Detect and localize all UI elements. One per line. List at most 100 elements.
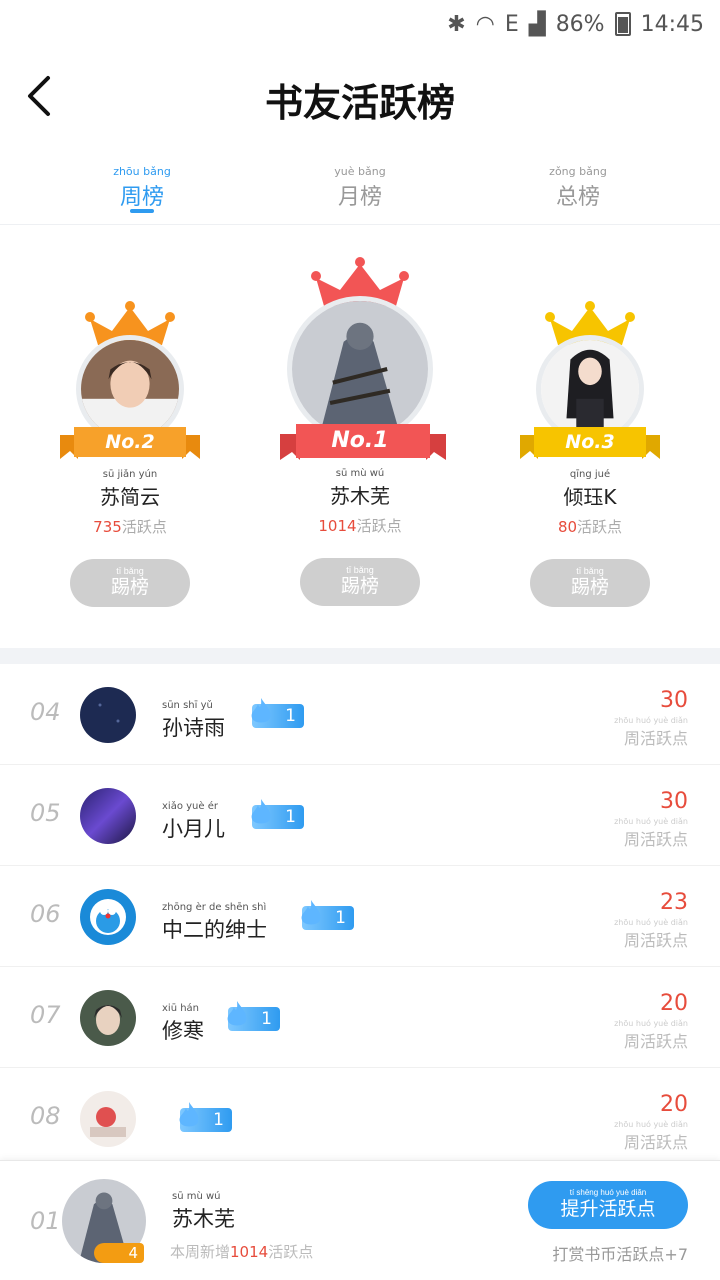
avatar[interactable] [80,889,136,945]
page-title: 书友活跃榜 [264,81,455,125]
list-item[interactable]: 05 xiǎo yuè ér 小月儿 1 30 zhōu huó yuè diǎ… [0,765,720,866]
avatar[interactable] [80,990,136,1046]
network-type: E [504,11,519,37]
avatar-image [541,340,639,438]
score-label: 活跃点 [356,517,402,535]
user-name: 修寒 [162,1019,204,1043]
user-name-block: sūn shī yǔ 孙诗雨 [162,700,225,742]
podium-third: No.3 qīng jué 倾珏K 80活跃点 tī bǎng 踢榜 [510,301,670,607]
boost-pinyin: tí shēng huó yuè diǎn [569,1188,647,1197]
user-name-block: xiǎo yuè ér 小月儿 [162,801,225,843]
rank-number: 08 [30,1102,61,1130]
tab-weekly-pinyin: zhōu bǎng [113,165,171,178]
podium-first: No.1 sū mù wú 苏木芜 1014活跃点 tī bǎng 踢榜 [280,256,446,606]
score-label: 活跃点 [577,518,623,536]
score-label: 活跃点 [121,518,167,536]
my-name: 苏木芜 [172,1207,235,1231]
battery-percent: 86% [555,11,605,37]
avatar[interactable] [80,788,136,844]
wifi-icon: ◠ [475,11,495,37]
flame-icon [227,1001,247,1026]
avatar-image [81,340,179,438]
rank-number: 04 [30,698,61,726]
my-name-block: sū mù wú 苏木芜 [172,1191,235,1233]
user-name: 孙诗雨 [162,716,225,740]
ranking-list: 04 sūn shī yǔ 孙诗雨 1 30 zhōu huó yuè diǎn… [0,664,720,1169]
kick-button[interactable]: tī bǎng 踢榜 [70,559,190,607]
my-level-badge: 4 [94,1243,144,1263]
score-label-pinyin: zhōu huó yuè diǎn [614,817,688,826]
name-pinyin: sū jiǎn yún [102,469,158,480]
score-value: 1014 [318,517,357,535]
tab-total[interactable]: zǒng bǎng 总榜 [518,165,638,211]
score-value: 30 [660,688,688,713]
level-value: 1 [335,908,346,928]
rank-ribbon: No.2 [50,425,210,465]
clock: 14:45 [640,11,704,37]
score-label-text: 周活跃点 [623,1133,688,1152]
name-pinyin: xiǎo yuè ér [162,801,218,812]
avatar-image [292,301,428,437]
kick-label: 踢榜 [570,577,609,598]
kick-pinyin: tī bǎng [576,566,604,576]
name-pinyin: sū mù wú [335,468,385,479]
avatar[interactable] [80,1091,136,1147]
tab-monthly-pinyin: yuè bǎng [334,165,386,178]
score-label-text: 周活跃点 [623,729,688,748]
status-bar: ✱ ◠ E ▟ 86% 14:45 [0,0,720,48]
level-value: 1 [285,807,296,827]
list-item[interactable]: 06 zhōng èr de shēn shì 中二的绅士 1 23 zhōu … [0,866,720,967]
score-label: zhōu huó yuè diǎn 周活跃点 [614,716,688,749]
kick-label: 踢榜 [110,577,149,598]
rank-number: 06 [30,900,61,928]
kick-label: 踢榜 [340,576,379,597]
level-value: 1 [285,706,296,726]
kick-button[interactable]: tī bǎng 踢榜 [300,558,420,606]
level-value: 1 [213,1110,224,1130]
score-label: zhōu huó yuè diǎn 周活跃点 [614,1019,688,1052]
score-label-pinyin: zhōu huó yuè diǎn [614,1120,688,1129]
score-value: 20 [660,1092,688,1117]
rank-number: 05 [30,799,61,827]
kick-button[interactable]: tī bǎng 踢榜 [530,559,650,607]
user-name: 倾珏K [563,485,617,509]
score-label-text: 周活跃点 [623,931,688,950]
score-label: zhōu huó yuè diǎn 周活跃点 [614,817,688,850]
tab-monthly[interactable]: yuè bǎng 月榜 [300,165,420,211]
score-label-text: 周活跃点 [623,830,688,849]
flame-icon [251,799,271,824]
rank-number: 07 [30,1001,61,1029]
user-name-block: zhōng èr de shēn shì 中二的绅士 [162,902,267,944]
tab-monthly-label: 月榜 [337,185,382,210]
avatar[interactable] [287,296,433,442]
rank-ribbon: No.1 [280,424,446,464]
bluetooth-icon: ✱ [447,11,466,37]
list-item[interactable]: 07 xiū hán 修寒 1 20 zhōu huó yuè diǎn 周活跃… [0,967,720,1068]
kick-pinyin: tī bǎng [346,565,374,575]
flame-icon [301,900,321,925]
user-name: 小月儿 [162,817,225,841]
list-item[interactable]: 08 1 20 zhōu huó yuè diǎn 周活跃点 [0,1068,720,1169]
tab-weekly[interactable]: zhōu bǎng 周榜 [82,165,202,213]
list-item[interactable]: 04 sūn shī yǔ 孙诗雨 1 30 zhōu huó yuè diǎn… [0,664,720,765]
header: 书友活跃榜 [0,48,720,148]
flame-icon [251,698,271,723]
my-name-pinyin: sū mù wú [172,1191,221,1202]
user-name: 苏简云 [100,485,160,509]
avatar[interactable] [80,687,136,743]
score-label-text: 周活跃点 [623,1032,688,1051]
name-pinyin: sūn shī yǔ [162,700,213,711]
score-label-pinyin: zhōu huó yuè diǎn [614,1019,688,1028]
score: 1014活跃点 [280,515,440,536]
tab-bar: zhōu bǎng 周榜 yuè bǎng 月榜 zǒng bǎng 总榜 [0,165,720,225]
name-pinyin: zhōng èr de shēn shì [162,902,267,913]
user-name: 中二的绅士 [162,918,267,942]
my-rank-bar: 01 4 sū mù wú 苏木芜 本周新增1014活跃点 tí shēng h… [0,1160,720,1280]
boost-activity-button[interactable]: tí shēng huó yuè diǎn 提升活跃点 [528,1181,688,1229]
level-badge: 1 [227,1001,280,1031]
score-label: zhōu huó yuè diǎn 周活跃点 [614,1120,688,1153]
my-weekly-gain: 本周新增1014活跃点 [170,1243,314,1261]
podium-second: No.2 sū jiǎn yún 苏简云 735活跃点 tī bǎng 踢榜 [50,301,210,607]
rank-ribbon: No.3 [510,425,670,465]
score-label-pinyin: zhōu huó yuè diǎn [614,918,688,927]
